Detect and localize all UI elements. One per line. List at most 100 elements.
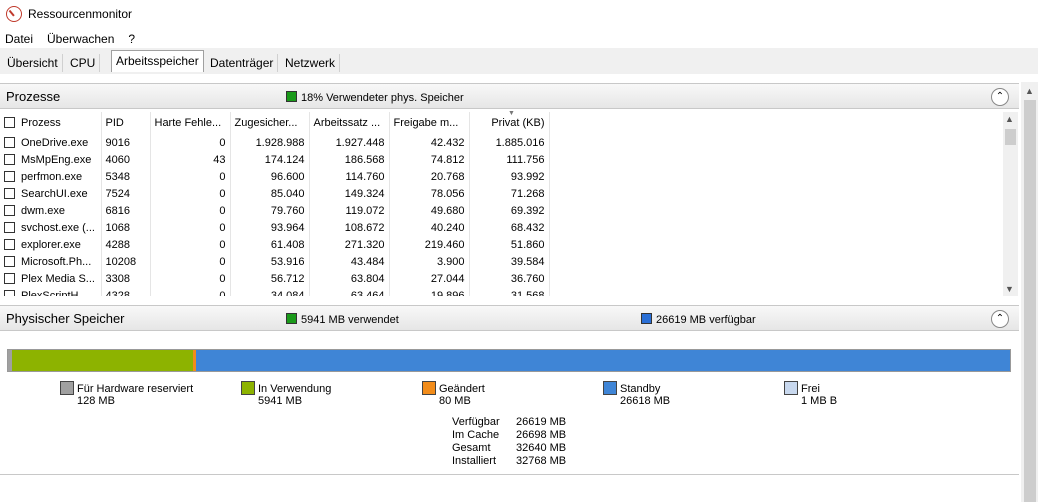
- cell-committed: 34.084: [230, 287, 310, 296]
- process-name-text: PlexScriptH...: [21, 289, 88, 297]
- cell-process-name: SearchUI.exe: [0, 185, 102, 202]
- title-bar: Ressourcenmonitor: [0, 0, 1038, 28]
- menu-help[interactable]: ?: [123, 30, 140, 48]
- tab-netzwerk[interactable]: Netzwerk: [281, 54, 341, 72]
- cell-working-set: 186.568: [309, 151, 390, 168]
- row-checkbox[interactable]: [4, 238, 15, 250]
- physical-memory-panel-header[interactable]: Physischer Speicher 5941 MB verwendet 26…: [0, 305, 1019, 331]
- cell-pid: 4328: [101, 287, 151, 296]
- column-header-hard-faults[interactable]: Harte Fehle...: [150, 112, 231, 134]
- legend-label: Für Hardware reserviert: [77, 383, 194, 395]
- cell-committed: 174.124: [230, 151, 310, 168]
- row-checkbox[interactable]: [4, 204, 15, 216]
- process-name-text: SearchUI.exe: [21, 187, 88, 200]
- available-indicator-icon: [641, 313, 652, 324]
- totals-row: Gesamt 32640 MB: [452, 442, 566, 455]
- legend-swatch-icon: [241, 381, 255, 395]
- row-checkbox[interactable]: [4, 187, 15, 199]
- cell-shareable: 219.460: [389, 236, 470, 253]
- select-all-checkbox[interactable]: [4, 117, 15, 128]
- process-name-text: dwm.exe: [21, 204, 66, 217]
- process-table-scrollbar[interactable]: ▲ ▼: [1003, 112, 1018, 296]
- collapse-physical-memory-button[interactable]: ⌃: [991, 310, 1009, 328]
- memory-used-status: 5941 MB verwendet: [286, 313, 399, 326]
- cell-private: 71.268: [469, 185, 550, 202]
- legend-label: In Verwendung: [258, 383, 332, 395]
- cell-hard-faults: 0: [150, 185, 231, 202]
- row-checkbox[interactable]: [4, 289, 15, 296]
- table-row[interactable]: svchost.exe (... 1068 0 93.964 108.672 40.240…: [0, 219, 550, 236]
- row-checkbox[interactable]: [4, 255, 15, 267]
- cell-working-set: 108.672: [309, 219, 390, 236]
- scroll-up-icon[interactable]: ▲: [1005, 114, 1014, 124]
- column-header-committed[interactable]: Zugesicher...: [230, 112, 310, 134]
- row-checkbox[interactable]: [4, 136, 15, 148]
- menu-datei[interactable]: Datei: [0, 30, 38, 48]
- tab-datentraeger[interactable]: Datenträger: [206, 54, 279, 72]
- main-scrollbar[interactable]: ▲: [1021, 82, 1038, 502]
- row-checkbox[interactable]: [4, 272, 15, 284]
- process-table: Prozess PID Harte Fehle... Zugesicher...…: [0, 112, 1003, 296]
- cell-process-name: Plex Media S...: [0, 270, 102, 287]
- legend-swatch-icon: [784, 381, 798, 395]
- cell-working-set: 43.484: [309, 253, 390, 270]
- usage-indicator-icon: [286, 91, 297, 102]
- cell-committed: 53.916: [230, 253, 310, 270]
- scroll-down-icon[interactable]: ▼: [1005, 284, 1014, 294]
- cell-committed: 61.408: [230, 236, 310, 253]
- cell-process-name: dwm.exe: [0, 202, 102, 219]
- table-row[interactable]: dwm.exe 6816 0 79.760 119.072 49.680 69.392: [0, 202, 550, 219]
- totals-value: 32640 MB: [516, 442, 567, 454]
- column-header-pid[interactable]: PID: [101, 112, 151, 134]
- row-checkbox[interactable]: [4, 170, 15, 182]
- row-checkbox[interactable]: [4, 221, 15, 233]
- menu-ueberwachen[interactable]: Überwachen: [42, 30, 119, 48]
- bar-segment-in-use: [11, 350, 194, 371]
- legend-label: Frei: [801, 383, 820, 395]
- table-row[interactable]: perfmon.exe 5348 0 96.600 114.760 20.768 93.99…: [0, 168, 550, 185]
- row-checkbox[interactable]: [4, 153, 15, 165]
- main-scroll-up-icon[interactable]: ▲: [1025, 86, 1034, 96]
- tab-cpu[interactable]: CPU: [66, 54, 101, 72]
- cell-working-set: 114.760: [309, 168, 390, 185]
- column-header-shareable[interactable]: Freigabe m...: [389, 112, 470, 134]
- totals-label: Gesamt: [452, 442, 491, 454]
- table-row[interactable]: MsMpEng.exe 4060 43 174.124 186.568 74.812 111…: [0, 151, 550, 168]
- process-name-text: MsMpEng.exe: [21, 153, 92, 166]
- tab-arbeitsspeicher[interactable]: Arbeitsspeicher: [111, 50, 204, 72]
- resource-monitor-icon: [6, 6, 22, 22]
- scroll-thumb[interactable]: [1005, 129, 1016, 145]
- used-indicator-icon: [286, 313, 297, 324]
- main-scroll-thumb[interactable]: [1024, 100, 1036, 502]
- menu-bar: Datei Überwachen ?: [0, 30, 144, 48]
- cell-hard-faults: 0: [150, 219, 231, 236]
- cell-pid: 4288: [101, 236, 151, 253]
- table-row[interactable]: explorer.exe 4288 0 61.408 271.320 219.460 51.…: [0, 236, 550, 253]
- process-name-text: Microsoft.Ph...: [21, 255, 92, 268]
- column-header-working-set[interactable]: Arbeitssatz ...: [309, 112, 390, 134]
- memory-available-status: 26619 MB verfügbar: [641, 313, 756, 326]
- tab-strip: Übersicht CPU Arbeitsspeicher Datenträge…: [0, 48, 1038, 74]
- column-header-prozess[interactable]: Prozess: [0, 112, 102, 134]
- cell-process-name: OneDrive.exe: [0, 134, 102, 151]
- collapse-processes-button[interactable]: ⌃: [991, 88, 1009, 106]
- cell-committed: 56.712: [230, 270, 310, 287]
- memory-usage-bar: [7, 349, 1011, 372]
- cell-process-name: explorer.exe: [0, 236, 102, 253]
- table-row[interactable]: OneDrive.exe 9016 0 1.928.988 1.927.448 42.43…: [0, 134, 550, 151]
- process-name-text: OneDrive.exe: [21, 136, 89, 149]
- table-row[interactable]: PlexScriptH... 4328 0 34.084 63.464 19.896 31.…: [0, 287, 550, 297]
- processes-panel-header[interactable]: Prozesse 18% Verwendeter phys. Speicher …: [0, 83, 1019, 109]
- cell-working-set: 63.464: [309, 287, 390, 296]
- totals-value: 26698 MB: [516, 429, 567, 441]
- cell-shareable: 74.812: [389, 151, 470, 168]
- table-row[interactable]: SearchUI.exe 7524 0 85.040 149.324 78.056 71.2…: [0, 185, 550, 202]
- tab-uebersicht[interactable]: Übersicht: [3, 54, 63, 72]
- cell-process-name: svchost.exe (...: [0, 219, 102, 236]
- cell-hard-faults: 0: [150, 168, 231, 185]
- table-row[interactable]: Plex Media S... 3308 0 56.712 63.804 27.044 36…: [0, 270, 550, 287]
- table-row[interactable]: Microsoft.Ph... 10208 0 53.916 43.484 3.900 39…: [0, 253, 550, 270]
- cell-committed: 79.760: [230, 202, 310, 219]
- cell-private: 31.568: [469, 287, 550, 296]
- used-text: 5941 MB verwendet: [301, 314, 399, 326]
